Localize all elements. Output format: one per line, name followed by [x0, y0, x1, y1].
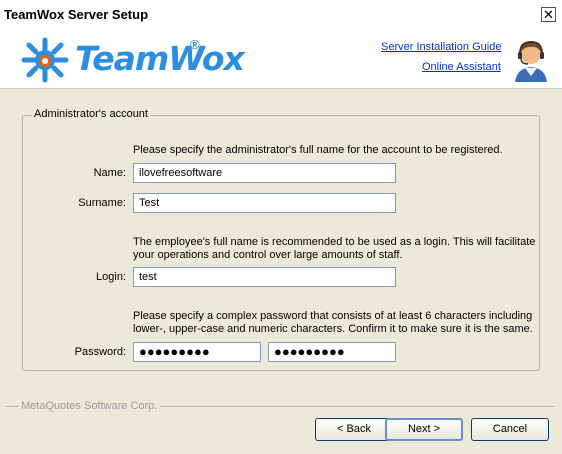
login-note-line1: The employee's full name is recommended … [133, 236, 536, 248]
login-note-line2: your operations and control over large a… [133, 249, 403, 261]
group-title: Administrator's account [32, 108, 150, 120]
intro-text: Please specify the administrator's full … [133, 144, 503, 156]
name-label: Name: [93, 167, 126, 179]
cancel-button[interactable]: Cancel [471, 418, 549, 441]
name-field[interactable]: ilovefreesoftware [133, 163, 396, 183]
title-bar[interactable]: TeamWox Server Setup ✕ [0, 0, 562, 31]
window-title: TeamWox Server Setup [4, 7, 149, 22]
logo-bug-icon [21, 37, 69, 83]
next-button[interactable]: Next > [385, 418, 463, 441]
logo-wordmark: TeamWox [75, 39, 245, 78]
company-name: MetaQuotes Software Corp. [18, 400, 161, 412]
password-confirm-field[interactable]: ●●●●●●●●● [268, 342, 396, 362]
back-button[interactable]: < Back [315, 418, 393, 441]
registered-mark: ® [190, 37, 200, 52]
setup-window: TeamWox Server Setup ✕ TeamWox ® Server … [0, 0, 562, 454]
surname-field[interactable]: Test [133, 193, 396, 213]
login-label: Login: [96, 271, 126, 283]
password-note-line2: lower-, upper-case and numeric character… [133, 323, 533, 335]
support-assistant-icon[interactable] [511, 38, 551, 82]
header-banner: TeamWox ® Server Installation Guide Onli… [0, 30, 562, 89]
online-assistant-link[interactable]: Online Assistant [422, 61, 501, 73]
password-note-line1: Please specify a complex password that c… [133, 310, 533, 322]
password-label: Password: [74, 346, 126, 358]
password-field[interactable]: ●●●●●●●●● [133, 342, 261, 362]
close-button[interactable]: ✕ [541, 7, 556, 22]
teamwox-logo: TeamWox ® [20, 37, 245, 83]
login-field[interactable]: test [133, 267, 396, 287]
surname-label: Surname: [78, 197, 126, 209]
server-installation-guide-link[interactable]: Server Installation Guide [381, 41, 501, 53]
